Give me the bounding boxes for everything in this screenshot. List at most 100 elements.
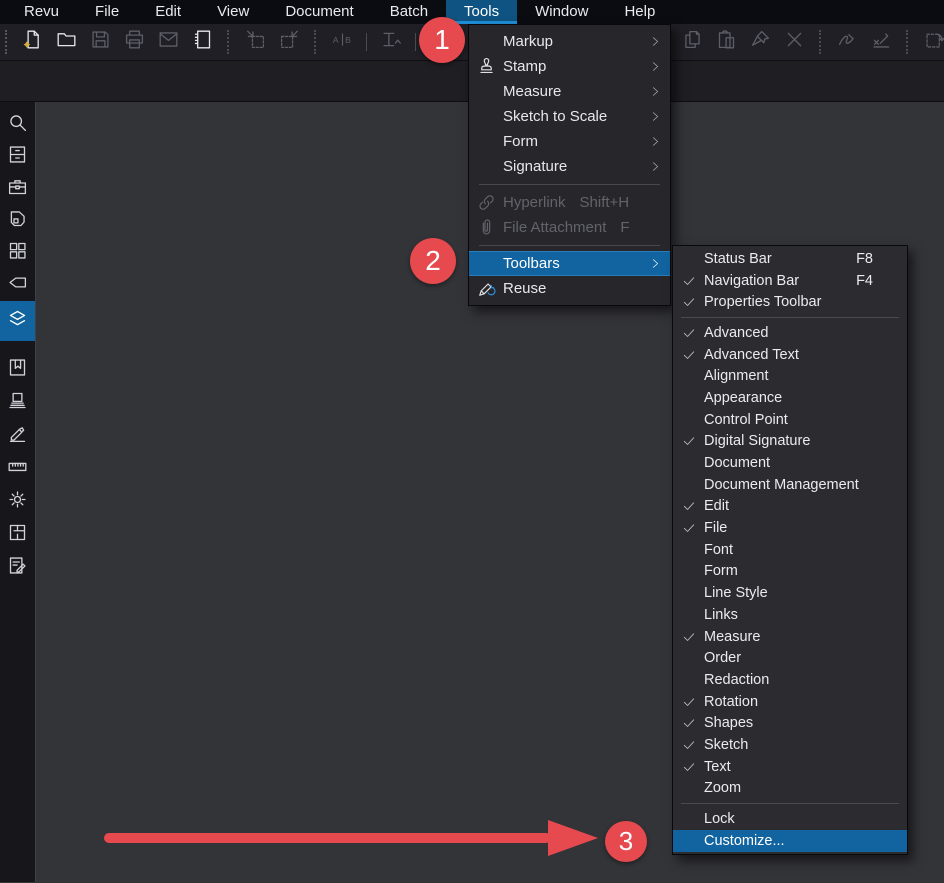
submenu-item-label: Lock — [704, 811, 735, 828]
submenu-item-label: Control Point — [704, 411, 788, 428]
menu-item-shortcut: Shift+H — [579, 194, 630, 211]
annotation-step-badge-3: 3 — [605, 821, 647, 862]
submenu-item-form[interactable]: Form — [673, 561, 907, 583]
submenu-item-edit[interactable]: Edit — [673, 496, 907, 518]
revert-snapshot-icon — [924, 29, 944, 55]
tools-menu-item-markup[interactable]: Markup — [469, 29, 670, 54]
submenu-item-sketch[interactable]: Sketch — [673, 734, 907, 756]
submenu-item-order[interactable]: Order — [673, 647, 907, 669]
menu-tools[interactable]: Tools — [446, 0, 518, 24]
tools-menu-item-sketch-to-scale[interactable]: Sketch to Scale — [469, 104, 670, 129]
menu-revu[interactable]: Revu — [6, 0, 77, 24]
annotation-arrow-head-icon — [548, 820, 598, 856]
submenu-item-properties-toolbar[interactable]: Properties Toolbar — [673, 291, 907, 313]
checkmark-icon — [673, 274, 704, 288]
toolbar-extract-pages[interactable] — [272, 28, 306, 56]
toolbar-save[interactable] — [83, 28, 117, 56]
toolbar-delete-x[interactable] — [777, 28, 811, 56]
menu-view[interactable]: View — [199, 0, 267, 24]
toolbar-paste[interactable] — [709, 28, 743, 56]
submenu-item-appearance[interactable]: Appearance — [673, 387, 907, 409]
panel-tab-studio[interactable] — [0, 205, 35, 237]
panel-tab-tool-chest[interactable] — [0, 173, 35, 205]
panel-tab-search[interactable] — [0, 109, 35, 141]
submenu-item-label: Customize... — [704, 832, 785, 849]
submenu-item-measure[interactable]: Measure — [673, 626, 907, 648]
menu-document[interactable]: Document — [267, 0, 371, 24]
panel-tab-bookmarks[interactable] — [0, 353, 35, 386]
panel-tab-spaces[interactable] — [0, 518, 35, 551]
submenu-item-label: Edit — [704, 498, 729, 515]
panel-tab-layers[interactable] — [0, 301, 35, 341]
menu-item-label: Markup — [503, 33, 554, 50]
tools-menu-item-toolbars[interactable]: Toolbars — [469, 251, 670, 276]
submenu-item-label: Links — [704, 606, 738, 623]
panel-tab-markups-list[interactable] — [0, 551, 35, 584]
toolbar-profile-notebook[interactable] — [185, 28, 219, 56]
panel-tab-properties[interactable] — [0, 485, 35, 518]
submenu-item-advanced-text[interactable]: Advanced Text — [673, 344, 907, 366]
submenu-item-alignment[interactable]: Alignment — [673, 365, 907, 387]
tools-dropdown-menu: Markup Stamp Measure Sketch to Scale For… — [468, 24, 671, 306]
submenu-item-redaction[interactable]: Redaction — [673, 669, 907, 691]
submenu-separator — [681, 803, 899, 805]
toolbar-separator — [227, 30, 230, 54]
menu-help[interactable]: Help — [606, 0, 673, 24]
menu-item-label: Edit — [155, 3, 182, 20]
submenu-item-label: Document Management — [704, 476, 859, 493]
submenu-chevron-icon — [649, 35, 662, 48]
search-icon — [7, 112, 28, 138]
submenu-item-lock[interactable]: Lock — [673, 808, 907, 830]
menu-file[interactable]: File — [77, 0, 137, 24]
tools-menu-item-stamp[interactable]: Stamp — [469, 54, 670, 79]
toolbar-ocr-text[interactable] — [374, 28, 408, 56]
toolbar-new-document[interactable] — [15, 28, 49, 56]
submenu-item-label: Alignment — [704, 368, 769, 385]
panel-tab-measurements[interactable] — [0, 452, 35, 485]
submenu-item-document[interactable]: Document — [673, 452, 907, 474]
toolbar-print[interactable] — [117, 28, 151, 56]
tools-menu-item-reuse[interactable]: Reuse — [469, 276, 670, 301]
panel-tab-thumbnails[interactable] — [0, 237, 35, 269]
submenu-item-digital-signature[interactable]: Digital Signature — [673, 431, 907, 453]
tools-menu-item-measure[interactable]: Measure — [469, 79, 670, 104]
toolbar-email[interactable] — [151, 28, 185, 56]
submenu-item-rotation[interactable]: Rotation — [673, 691, 907, 713]
submenu-item-advanced[interactable]: Advanced — [673, 322, 907, 344]
submenu-item-customize[interactable]: Customize... — [673, 829, 907, 852]
tools-menu-item-hyperlink[interactable]: Hyperlink Shift+H — [469, 190, 670, 215]
submenu-item-status-bar[interactable]: Status Bar F8 — [673, 248, 907, 270]
submenu-item-label: Measure — [704, 628, 761, 645]
toolbar-insert-pages[interactable] — [238, 28, 272, 56]
panel-tab-sets[interactable] — [0, 386, 35, 419]
toolbar-apply-signature[interactable] — [830, 28, 864, 56]
panel-tab-file-access[interactable] — [0, 141, 35, 173]
panel-tab-signatures[interactable] — [0, 419, 35, 452]
submenu-item-line-style[interactable]: Line Style — [673, 582, 907, 604]
submenu-item-shapes[interactable]: Shapes — [673, 712, 907, 734]
panel-tab-tag[interactable] — [0, 269, 35, 301]
menu-window[interactable]: Window — [517, 0, 606, 24]
toolbar-compare-ab[interactable]: AB — [325, 28, 359, 56]
toolbar-toolbar-drag-handle[interactable] — [5, 30, 8, 54]
annotation-step-badge-2: 2 — [410, 238, 456, 284]
checkmark-icon — [673, 760, 704, 774]
tools-menu-item-signature[interactable]: Signature — [469, 154, 670, 179]
submenu-item-control-point[interactable]: Control Point — [673, 409, 907, 431]
menu-edit[interactable]: Edit — [137, 0, 199, 24]
toolbar-format-paint[interactable] — [743, 28, 777, 56]
submenu-item-document-management[interactable]: Document Management — [673, 474, 907, 496]
toolbar-open-folder[interactable] — [49, 28, 83, 56]
tools-menu-item-file-attachment[interactable]: File Attachment F — [469, 215, 670, 240]
submenu-item-font[interactable]: Font — [673, 539, 907, 561]
toolbar-revert-snapshot[interactable] — [917, 28, 944, 56]
toolbar-copy[interactable] — [675, 28, 709, 56]
menu-item-label: Toolbars — [503, 255, 560, 272]
submenu-item-file[interactable]: File — [673, 517, 907, 539]
submenu-item-text[interactable]: Text — [673, 756, 907, 778]
submenu-item-zoom[interactable]: Zoom — [673, 778, 907, 800]
submenu-item-links[interactable]: Links — [673, 604, 907, 626]
tools-menu-item-form[interactable]: Form — [469, 129, 670, 154]
toolbar-sign-document[interactable] — [864, 28, 898, 56]
submenu-item-navigation-bar[interactable]: Navigation Bar F4 — [673, 270, 907, 292]
